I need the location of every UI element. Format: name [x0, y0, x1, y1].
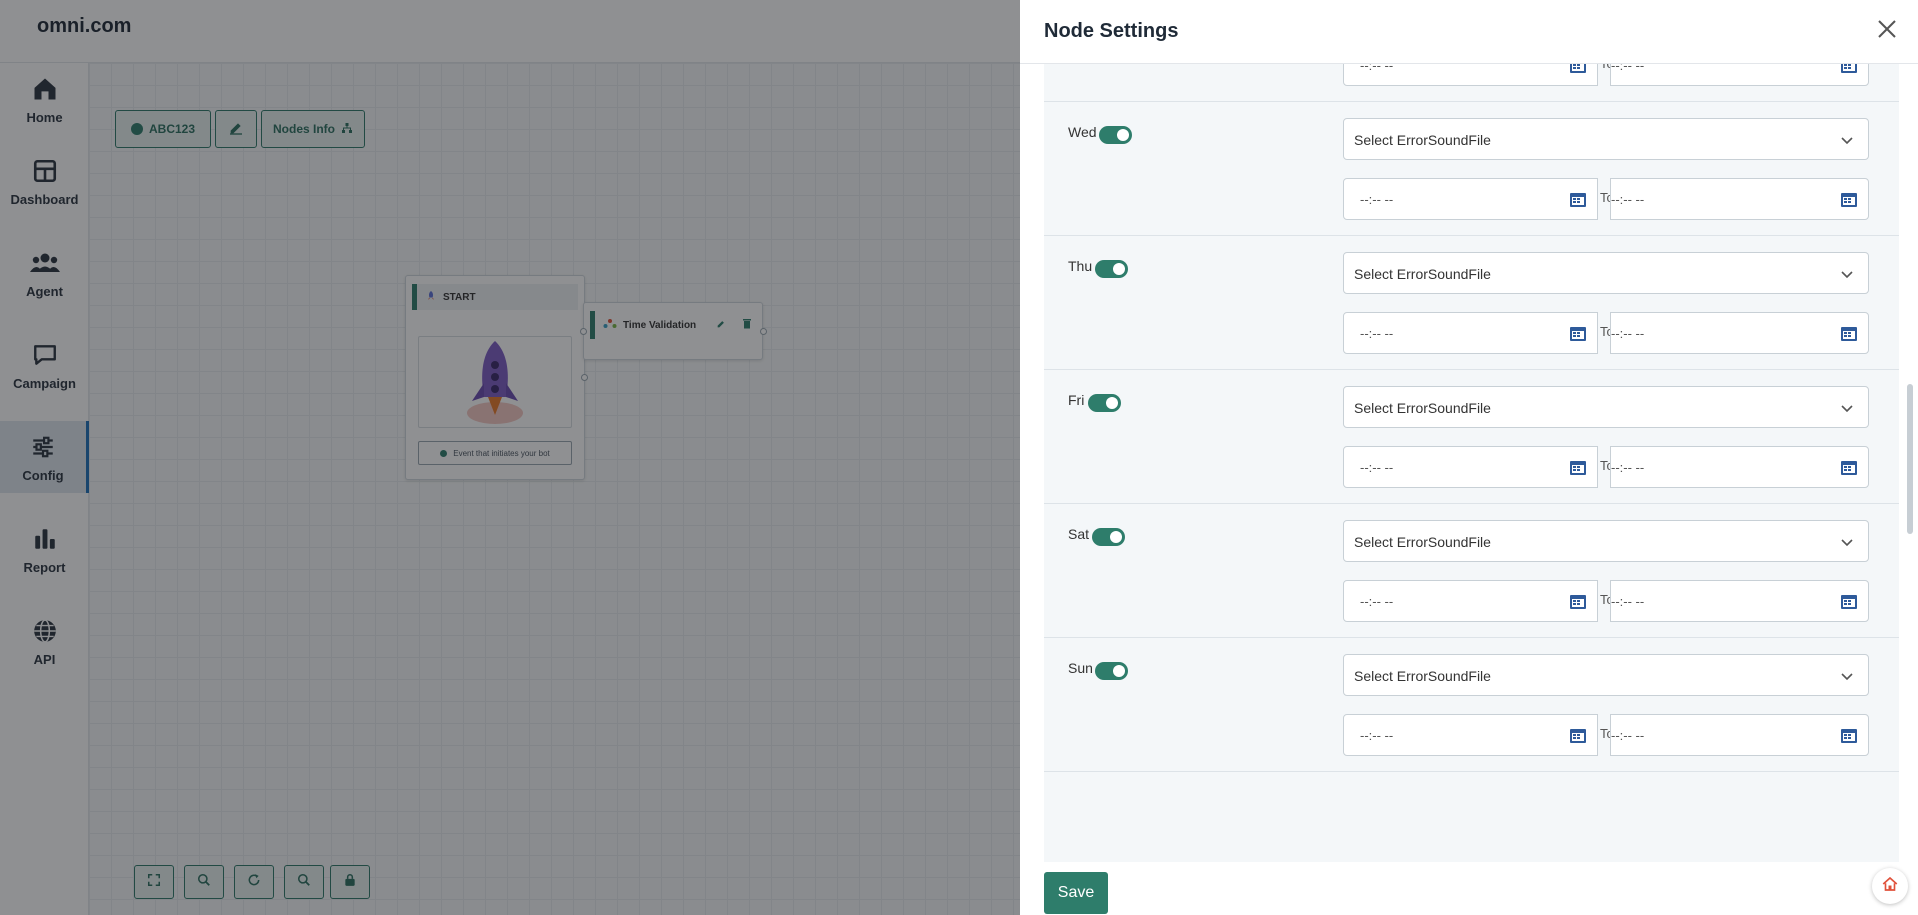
start-time-input[interactable]: --:-- --: [1343, 178, 1598, 220]
time-value: --:-- --: [1360, 460, 1394, 475]
error-sound-select[interactable]: Select ErrorSoundFile: [1343, 386, 1869, 428]
select-value: Select ErrorSoundFile: [1354, 266, 1491, 282]
calendar-icon[interactable]: [1569, 592, 1587, 610]
save-button[interactable]: Save: [1044, 872, 1108, 914]
time-value: --:-- --: [1611, 460, 1645, 475]
chevron-down-icon: [1841, 539, 1853, 547]
drawer-header: Node Settings: [1020, 0, 1918, 64]
calendar-icon[interactable]: [1569, 726, 1587, 744]
chevron-down-icon: [1841, 137, 1853, 145]
end-time-input[interactable]: --:-- --: [1610, 714, 1869, 756]
scrollbar-thumb[interactable]: [1907, 384, 1913, 534]
calendar-icon[interactable]: [1569, 190, 1587, 208]
day-row-thu: Thu Select ErrorSoundFile --:-- -- To --…: [1044, 236, 1899, 370]
start-time-input[interactable]: --:-- --: [1343, 446, 1598, 488]
day-enabled-toggle[interactable]: [1092, 528, 1125, 546]
day-label: Thu: [1068, 258, 1093, 274]
modal-backdrop[interactable]: [0, 0, 1020, 915]
chevron-down-icon: [1841, 673, 1853, 681]
day-label: Sat: [1068, 526, 1090, 542]
error-sound-select[interactable]: Select ErrorSoundFile: [1343, 520, 1869, 562]
chevron-down-icon: [1841, 271, 1853, 279]
select-value: Select ErrorSoundFile: [1354, 400, 1491, 416]
start-time-input[interactable]: --:-- --: [1343, 312, 1598, 354]
home-icon: [1881, 875, 1899, 898]
end-time-input[interactable]: --:-- --: [1610, 178, 1869, 220]
calendar-icon[interactable]: [1569, 458, 1587, 476]
error-sound-select[interactable]: Select ErrorSoundFile: [1343, 252, 1869, 294]
day-row-fri: Fri Select ErrorSoundFile --:-- -- To --…: [1044, 370, 1899, 504]
calendar-icon[interactable]: [1840, 726, 1858, 744]
time-value: --:-- --: [1360, 64, 1394, 73]
calendar-icon[interactable]: [1840, 592, 1858, 610]
time-value: --:-- --: [1360, 594, 1394, 609]
calendar-icon[interactable]: [1569, 64, 1587, 74]
end-time-input[interactable]: --:-- --: [1610, 580, 1869, 622]
time-value: --:-- --: [1360, 728, 1394, 743]
close-button[interactable]: [1872, 16, 1902, 46]
time-value: --:-- --: [1611, 192, 1645, 207]
select-value: Select ErrorSoundFile: [1354, 132, 1491, 148]
select-value: Select ErrorSoundFile: [1354, 534, 1491, 550]
time-value: --:-- --: [1360, 326, 1394, 341]
day-row-sun: Sun Select ErrorSoundFile --:-- -- To --…: [1044, 638, 1899, 772]
day-enabled-toggle[interactable]: [1088, 394, 1121, 412]
node-settings-drawer: Node Settings Select ErrorSoundFile --:-…: [1020, 0, 1918, 915]
start-time-input[interactable]: --:-- --: [1343, 714, 1598, 756]
day-row-wed: Wed Select ErrorSoundFile --:-- -- To --…: [1044, 102, 1899, 236]
time-value: --:-- --: [1611, 64, 1645, 73]
calendar-icon[interactable]: [1840, 190, 1858, 208]
calendar-icon[interactable]: [1840, 324, 1858, 342]
error-sound-select[interactable]: Select ErrorSoundFile: [1343, 118, 1869, 160]
day-enabled-toggle[interactable]: [1095, 662, 1128, 680]
chevron-down-icon: [1841, 405, 1853, 413]
end-time-input[interactable]: --:-- --: [1610, 312, 1869, 354]
day-schedule-list[interactable]: Select ErrorSoundFile --:-- -- To --:-- …: [1044, 64, 1899, 862]
home-shortcut-button[interactable]: [1872, 868, 1908, 904]
day-enabled-toggle[interactable]: [1095, 260, 1128, 278]
time-value: --:-- --: [1611, 728, 1645, 743]
day-row: Select ErrorSoundFile --:-- -- To --:-- …: [1044, 64, 1899, 102]
calendar-icon[interactable]: [1840, 458, 1858, 476]
select-value: Select ErrorSoundFile: [1354, 668, 1491, 684]
time-value: --:-- --: [1611, 594, 1645, 609]
error-sound-select[interactable]: Select ErrorSoundFile: [1343, 654, 1869, 696]
time-value: --:-- --: [1360, 192, 1394, 207]
day-row-sat: Sat Select ErrorSoundFile --:-- -- To --…: [1044, 504, 1899, 638]
end-time-input[interactable]: --:-- --: [1610, 446, 1869, 488]
day-label: Fri: [1068, 392, 1085, 408]
close-icon: [1877, 19, 1897, 44]
start-time-input[interactable]: --:-- --: [1343, 64, 1598, 86]
time-value: --:-- --: [1611, 326, 1645, 341]
day-enabled-toggle[interactable]: [1099, 126, 1132, 144]
drawer-scrollbar[interactable]: [1906, 64, 1916, 862]
end-time-input[interactable]: --:-- --: [1610, 64, 1869, 86]
day-label: Sun: [1068, 660, 1093, 676]
calendar-icon[interactable]: [1569, 324, 1587, 342]
drawer-title: Node Settings: [1044, 20, 1179, 42]
calendar-icon[interactable]: [1840, 64, 1858, 74]
day-label: Wed: [1068, 124, 1097, 140]
start-time-input[interactable]: --:-- --: [1343, 580, 1598, 622]
